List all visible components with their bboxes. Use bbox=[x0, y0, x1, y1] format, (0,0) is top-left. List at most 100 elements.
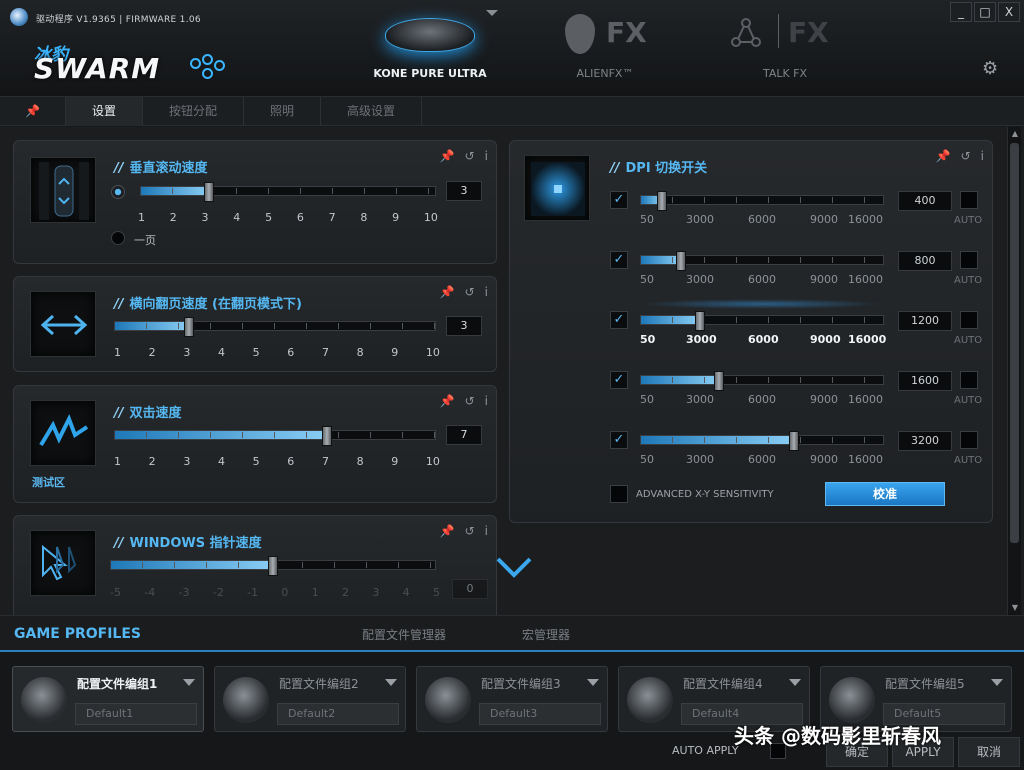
tab-macro-manager[interactable]: 宏管理器 bbox=[522, 626, 570, 643]
scale-label: 1 bbox=[114, 346, 121, 359]
profile-dropdown-icon[interactable] bbox=[789, 679, 801, 686]
dpi-enable-checkbox[interactable]: ✓ bbox=[610, 311, 628, 329]
profile-dropdown-icon[interactable] bbox=[183, 679, 195, 686]
panel-title: //垂直滚动速度 bbox=[114, 161, 208, 176]
advanced-xy-checkbox[interactable] bbox=[610, 485, 628, 503]
device-kone-pure-ultra[interactable]: KONE PURE ULTRA bbox=[360, 0, 500, 90]
double-click-slider[interactable] bbox=[114, 426, 436, 446]
test-zone-label[interactable]: 测试区 bbox=[32, 474, 65, 490]
app-window: 驱动程序 V1.9365 | FIRMWARE 1.06 冰豹 SWARM KO… bbox=[0, 0, 1024, 770]
dpi-enable-checkbox[interactable]: ✓ bbox=[610, 431, 628, 449]
windows-pointer-slider[interactable] bbox=[110, 556, 436, 576]
slider-knob[interactable] bbox=[204, 182, 214, 202]
horizontal-tilt-slider[interactable] bbox=[114, 317, 436, 337]
device-alienfx[interactable]: FX ALIENFX™ bbox=[540, 0, 670, 90]
main-tabs: 📌 设置 按钮分配 照明 高级设置 bbox=[0, 96, 1024, 126]
dpi-slider[interactable] bbox=[640, 371, 884, 391]
dpi-slider[interactable] bbox=[640, 431, 884, 451]
device-dropdown-icon[interactable] bbox=[486, 10, 498, 16]
profile-dropdown-icon[interactable] bbox=[991, 679, 1003, 686]
dpi-value[interactable]: 1600 bbox=[898, 371, 952, 391]
calibrate-button[interactable]: 校准 bbox=[825, 482, 945, 506]
slider-knob[interactable] bbox=[184, 317, 194, 337]
slider-knob[interactable] bbox=[789, 431, 799, 451]
pin-icon[interactable]: 📌 bbox=[440, 285, 455, 299]
cancel-button[interactable]: 取消 bbox=[958, 737, 1020, 767]
gear-icon[interactable]: ⚙ bbox=[982, 58, 998, 79]
info-icon[interactable]: i bbox=[981, 149, 984, 163]
dpi-value[interactable]: 400 bbox=[898, 191, 952, 211]
info-icon[interactable]: i bbox=[485, 524, 488, 538]
dpi-enable-checkbox[interactable]: ✓ bbox=[610, 191, 628, 209]
dpi-slider[interactable] bbox=[640, 311, 884, 331]
tab-settings[interactable]: 设置 bbox=[66, 97, 144, 126]
vertical-scroll-scale: 1 2 3 4 5 6 7 8 9 10 bbox=[138, 211, 438, 224]
tab-advanced-settings[interactable]: 高级设置 bbox=[321, 97, 423, 126]
pin-icon[interactable]: 📌 bbox=[440, 394, 455, 408]
pin-tab-icon[interactable]: 📌 bbox=[0, 97, 66, 126]
scale-label: 4 bbox=[402, 586, 410, 599]
reset-icon[interactable]: ↺ bbox=[465, 524, 475, 538]
scale-label: 7 bbox=[321, 455, 329, 468]
slider-knob[interactable] bbox=[676, 251, 686, 271]
profile-dropdown-icon[interactable] bbox=[587, 679, 599, 686]
dpi-value[interactable]: 1200 bbox=[898, 311, 952, 331]
profile-default-field[interactable]: Default3 bbox=[479, 703, 601, 725]
pin-icon[interactable]: 📌 bbox=[936, 149, 951, 163]
close-button[interactable]: X bbox=[998, 2, 1020, 22]
scale-label: 9 bbox=[391, 455, 399, 468]
scale-label: 8 bbox=[360, 211, 368, 224]
info-icon[interactable]: i bbox=[485, 394, 488, 408]
tab-profile-manager[interactable]: 配置文件管理器 bbox=[362, 626, 446, 643]
brand-logo: 冰豹 SWARM bbox=[34, 40, 234, 90]
dpi-value[interactable]: 3200 bbox=[898, 431, 952, 451]
dpi-value[interactable]: 800 bbox=[898, 251, 952, 271]
slider-knob[interactable] bbox=[322, 426, 332, 446]
chevron-down-icon[interactable] bbox=[494, 555, 534, 579]
slider-knob[interactable] bbox=[268, 556, 278, 576]
dpi-auto-checkbox[interactable] bbox=[960, 311, 978, 329]
profile-default-field[interactable]: Default2 bbox=[277, 703, 399, 725]
dpi-auto-checkbox[interactable] bbox=[960, 251, 978, 269]
slider-knob[interactable] bbox=[695, 311, 705, 331]
content-scrollbar[interactable]: ▲ ▼ bbox=[1007, 127, 1021, 615]
maximize-button[interactable]: □ bbox=[974, 2, 996, 22]
slider-knob[interactable] bbox=[657, 191, 667, 211]
dpi-scale: 50 3000 6000 9000 16000 bbox=[640, 333, 890, 347]
minimize-button[interactable]: _ bbox=[950, 2, 972, 22]
vertical-scroll-slider[interactable] bbox=[140, 182, 436, 202]
device-talkfx[interactable]: FX TALK FX bbox=[720, 0, 850, 90]
reset-icon[interactable]: ↺ bbox=[465, 149, 475, 163]
dpi-auto-checkbox[interactable] bbox=[960, 371, 978, 389]
roccat-profile-icon bbox=[21, 677, 67, 723]
profile-default-field[interactable]: Default1 bbox=[75, 703, 197, 725]
reset-icon[interactable]: ↺ bbox=[465, 394, 475, 408]
scroll-up-icon[interactable]: ▲ bbox=[1008, 127, 1022, 141]
dpi-enable-checkbox[interactable]: ✓ bbox=[610, 371, 628, 389]
game-profiles-title[interactable]: GAME PROFILES bbox=[14, 626, 141, 642]
scroll-mode-radio-page[interactable] bbox=[111, 231, 125, 245]
dpi-enable-checkbox[interactable]: ✓ bbox=[610, 251, 628, 269]
reset-icon[interactable]: ↺ bbox=[465, 285, 475, 299]
tab-button-assignment[interactable]: 按钮分配 bbox=[143, 97, 245, 126]
tab-lighting[interactable]: 照明 bbox=[244, 97, 322, 126]
dpi-auto-checkbox[interactable] bbox=[960, 431, 978, 449]
profile-slot[interactable]: 配置文件编组3 Default3 bbox=[416, 666, 608, 732]
pin-icon[interactable]: 📌 bbox=[440, 524, 455, 538]
profile-dropdown-icon[interactable] bbox=[385, 679, 397, 686]
scroll-mode-radio-lines[interactable] bbox=[111, 185, 125, 199]
dpi-slider[interactable] bbox=[640, 191, 884, 211]
dpi-auto-checkbox[interactable] bbox=[960, 191, 978, 209]
brand-bubbles-icon bbox=[190, 54, 226, 84]
info-icon[interactable]: i bbox=[485, 285, 488, 299]
pin-icon[interactable]: 📌 bbox=[440, 149, 455, 163]
dpi-sensor-icon bbox=[524, 155, 590, 221]
profile-slot[interactable]: 配置文件编组2 Default2 bbox=[214, 666, 406, 732]
reset-icon[interactable]: ↺ bbox=[961, 149, 971, 163]
slider-knob[interactable] bbox=[714, 371, 724, 391]
dpi-slider[interactable] bbox=[640, 251, 884, 271]
scroll-thumb[interactable] bbox=[1010, 143, 1019, 543]
info-icon[interactable]: i bbox=[485, 149, 488, 163]
profile-slot[interactable]: 配置文件编组1 Default1 bbox=[12, 666, 204, 732]
scroll-down-icon[interactable]: ▼ bbox=[1008, 601, 1022, 615]
